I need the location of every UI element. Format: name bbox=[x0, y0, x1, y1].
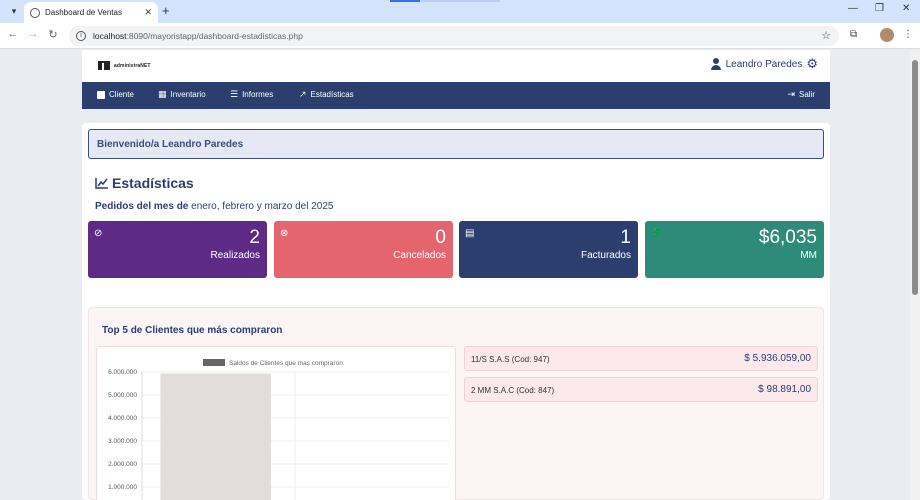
chart-bar bbox=[160, 373, 271, 500]
scrollbar-thumb[interactable] bbox=[912, 60, 918, 295]
reload-icon[interactable]: ↻ bbox=[45, 28, 61, 41]
accent-bar bbox=[420, 0, 500, 2]
extensions-icon[interactable]: ⧉ bbox=[850, 29, 857, 40]
nav-item-label: Informes bbox=[242, 90, 274, 99]
client-name: 11/S S.A.S (Cod: 947) bbox=[471, 355, 550, 364]
top-clients-chart: Saldos de Clientes que mas compraron 6.00… bbox=[96, 346, 456, 500]
nav-item-informes[interactable]: ☰ Informes bbox=[230, 89, 274, 100]
y-tick-label: 3.000.000 bbox=[108, 438, 137, 445]
app-header: administraNET Leandro Paredes ⚙ bbox=[82, 50, 830, 82]
user-icon bbox=[710, 58, 721, 70]
line-chart-icon bbox=[95, 177, 108, 189]
page-scrollbar[interactable] bbox=[910, 50, 920, 500]
boxes-icon: ▦ bbox=[158, 89, 167, 99]
browser-tab-bar: ▾ Dashboard de Ventas ✕ + — ❐ ✕ bbox=[0, 0, 920, 23]
y-tick-label: 6.000.000 bbox=[108, 369, 137, 376]
restore-icon[interactable]: ❐ bbox=[875, 3, 884, 14]
client-amount: $ 98.891,00 bbox=[758, 384, 811, 395]
list-icon: ☰ bbox=[230, 89, 239, 99]
stat-card-realizados: ⊘ 2 Realizados bbox=[88, 221, 267, 278]
panel-title: Top 5 de Clientes que más compraron bbox=[102, 325, 283, 336]
stat-value: 1 bbox=[620, 227, 631, 248]
stat-label: Realizados bbox=[210, 250, 260, 261]
minimize-icon[interactable]: — bbox=[848, 3, 858, 14]
url-text: localhost:8090/mayoristapp/dashboard-est… bbox=[93, 31, 303, 41]
section-title: Estadísticas bbox=[112, 175, 194, 191]
close-window-icon[interactable]: ✕ bbox=[902, 3, 910, 14]
stat-card-facturados: ▤ 1 Facturados bbox=[459, 221, 638, 278]
tab-search-button[interactable]: ▾ bbox=[5, 3, 23, 20]
site-info-icon[interactable]: i bbox=[76, 31, 86, 41]
line-chart-icon: ↗ bbox=[299, 89, 307, 99]
logo-text: administraNET bbox=[114, 62, 151, 69]
client-name: 2 MM S.A.C (Cod: 847) bbox=[471, 386, 555, 395]
stat-label: Cancelados bbox=[393, 250, 446, 261]
stat-card-total: 💲 $6,035 MM bbox=[645, 221, 824, 278]
gear-icon[interactable]: ⚙ bbox=[806, 57, 818, 70]
y-tick-label: 4.000.000 bbox=[108, 415, 137, 422]
back-icon[interactable]: ← bbox=[5, 28, 21, 40]
browser-tab[interactable]: Dashboard de Ventas ✕ bbox=[24, 2, 158, 23]
y-tick-label: 1.000.000 bbox=[108, 484, 137, 491]
legend-label: Saldos de Clientes que mas compraron bbox=[229, 360, 343, 367]
welcome-banner: Bienvenido/a Leandro Paredes bbox=[88, 129, 824, 159]
bookmark-star-icon[interactable]: ☆ bbox=[821, 29, 831, 42]
nav-item-inventario[interactable]: ▦ Inventario bbox=[158, 89, 206, 100]
top-clients-panel: Top 5 de Clientes que más compraron Sald… bbox=[88, 307, 824, 500]
nav-item-label: Cliente bbox=[109, 90, 134, 99]
cancel-circle-icon: ⊗ bbox=[280, 228, 289, 239]
stat-value: $6,035 bbox=[758, 227, 817, 248]
client-row[interactable]: 2 MM S.A.C (Cod: 847) $ 98.891,00 bbox=[464, 377, 818, 402]
logout-label: Salir bbox=[798, 90, 815, 99]
logo[interactable]: administraNET bbox=[98, 61, 151, 70]
legend-swatch bbox=[203, 359, 225, 366]
nav-item-label: Inventario bbox=[170, 90, 206, 99]
nav-item-estadisticas[interactable]: ↗ Estadísticas bbox=[299, 89, 354, 100]
address-bar[interactable]: i localhost:8090/mayoristapp/dashboard-e… bbox=[69, 26, 839, 46]
menu-dots-icon[interactable]: ⋮ bbox=[903, 29, 913, 40]
globe-icon bbox=[30, 7, 40, 18]
nav-item-cliente[interactable]: Cliente bbox=[97, 90, 134, 99]
logout-button[interactable]: ⇥ Salir bbox=[787, 89, 815, 100]
invoice-icon: ▤ bbox=[465, 228, 475, 239]
welcome-text: Bienvenido/a Leandro Paredes bbox=[97, 138, 244, 150]
user-menu[interactable]: Leandro Paredes ⚙ bbox=[710, 57, 818, 70]
contact-card-icon bbox=[97, 90, 105, 99]
browser-toolbar: ← → ↻ i localhost:8090/mayoristapp/dashb… bbox=[0, 23, 920, 49]
period-subtitle: Pedidos del mes de enero, febrero y marz… bbox=[95, 201, 334, 212]
stat-label: MM bbox=[800, 250, 817, 261]
money-hand-icon: 💲 bbox=[651, 228, 664, 239]
close-icon[interactable]: ✕ bbox=[144, 7, 152, 18]
y-tick-label: 5.000.000 bbox=[108, 392, 137, 399]
accent-bar bbox=[390, 0, 420, 2]
client-amount: $ 5.936.059,00 bbox=[744, 353, 811, 364]
client-row[interactable]: 11/S S.A.S (Cod: 947) $ 5.936.059,00 bbox=[464, 346, 818, 371]
logo-mark bbox=[98, 61, 110, 70]
tab-title: Dashboard de Ventas bbox=[45, 8, 122, 17]
forward-icon[interactable]: → bbox=[25, 28, 41, 40]
bar-chart: Saldos de Clientes que mas compraron 6.00… bbox=[108, 359, 449, 500]
stat-card-cancelados: ⊗ 0 Cancelados bbox=[274, 221, 453, 278]
y-tick-label: 2.000.000 bbox=[108, 461, 137, 468]
main-content: Bienvenido/a Leandro Paredes Estadística… bbox=[82, 123, 830, 500]
check-circle-icon: ⊘ bbox=[94, 228, 103, 239]
user-name: Leandro Paredes bbox=[725, 58, 803, 70]
page-title: Estadísticas bbox=[95, 175, 194, 191]
sign-out-icon: ⇥ bbox=[787, 89, 795, 99]
nav-item-label: Estadísticas bbox=[310, 90, 354, 99]
stat-value: 2 bbox=[249, 227, 260, 248]
main-nav: Cliente ▦ Inventario ☰ Informes ↗ Estadí… bbox=[82, 82, 830, 109]
profile-avatar[interactable] bbox=[880, 28, 894, 42]
stat-label: Facturados bbox=[580, 250, 631, 261]
stat-value: 0 bbox=[435, 227, 446, 248]
new-tab-button[interactable]: + bbox=[162, 4, 170, 18]
